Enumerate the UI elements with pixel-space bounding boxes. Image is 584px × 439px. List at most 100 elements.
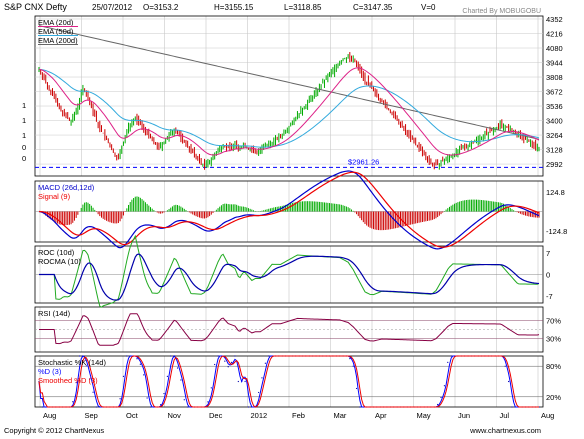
x-tick-label: Apr xyxy=(375,411,387,420)
footer-url: www.chartnexus.com xyxy=(469,426,541,435)
macd-legend-entry: MACD (26d,12d) xyxy=(38,183,95,192)
rsi-y-tick: 70% xyxy=(546,317,561,326)
price-y-tick: 3808 xyxy=(546,73,563,82)
stoch-k-dot xyxy=(261,377,263,379)
stoch-k-dot xyxy=(440,396,442,399)
x-tick-label: Aug xyxy=(43,411,56,420)
stoch-k-dot xyxy=(352,365,354,367)
watermark-text: Charted By MOBUGOBU xyxy=(462,8,541,15)
support-label: $2961.26 xyxy=(348,157,379,166)
header-close: C=3147.35 xyxy=(353,3,393,12)
stoch-k-dot xyxy=(78,355,81,357)
stoch-k-dot xyxy=(504,365,506,367)
stoch-k-dot xyxy=(230,361,233,363)
price-y-tick: 4080 xyxy=(546,44,563,53)
roc-legend-entry: ROCMA (10) xyxy=(38,257,81,266)
stoch-k-dot xyxy=(72,401,74,403)
chart-root: S&P CNX Defty 25/07/2012 O=3153.2 H=3155.15… xyxy=(0,0,584,439)
x-tick-label: Jun xyxy=(458,411,470,420)
price-left-label: 1 xyxy=(22,116,26,125)
x-tick-label: Sep xyxy=(85,411,98,420)
stoch-k-dot xyxy=(450,355,452,357)
stoch-k-dot xyxy=(349,358,351,360)
macd-y-tick: -124.8 xyxy=(546,227,567,236)
price-legend-entry: EMA (50d) xyxy=(38,27,74,36)
stoch-legend-entry: Smoothed %D (3) xyxy=(38,376,98,385)
chart-title: S&P CNX Defty xyxy=(4,2,67,12)
stoch-k-dot xyxy=(507,380,510,383)
stoch-k-dot xyxy=(447,361,449,363)
stoch-k-dot xyxy=(207,401,209,403)
roc-y-tick: -7 xyxy=(546,292,553,301)
stoch-k-dot xyxy=(244,380,246,383)
stoch-k-dot xyxy=(234,355,236,357)
header-high: H=3155.15 xyxy=(214,3,254,12)
header-low: L=3118.85 xyxy=(284,3,322,12)
x-tick-label: Feb xyxy=(292,411,305,420)
stoch-k-dot xyxy=(143,374,145,376)
stoch-y-tick: 80% xyxy=(546,362,561,371)
stoch-k-dot xyxy=(139,363,141,365)
stoch-k-dot xyxy=(170,355,172,357)
x-tick-label: Mar xyxy=(334,411,347,420)
price-left-label: 1 xyxy=(22,101,26,110)
macd-y-tick: 124.8 xyxy=(546,188,565,197)
price-y-tick: 3944 xyxy=(546,59,563,68)
stoch-k-dot xyxy=(149,406,152,408)
roc-y-tick: 7 xyxy=(546,249,550,258)
x-tick-label: Oct xyxy=(126,411,139,420)
header-volume: V=0 xyxy=(421,3,436,12)
stoch-k-dot xyxy=(264,362,266,364)
stoch-k-dot xyxy=(92,391,94,393)
price-legend-entry: EMA (200d) xyxy=(38,36,78,45)
stoch-y-tick: 20% xyxy=(546,393,561,402)
price-y-tick: 3400 xyxy=(546,117,563,126)
x-tick-label: Nov xyxy=(168,411,182,420)
header-date: 25/07/2012 xyxy=(92,3,133,12)
stoch-k-dot xyxy=(443,385,446,387)
macd-legend-entry: Signal (9) xyxy=(38,192,71,201)
x-tick-label: Jul xyxy=(500,411,510,420)
header-open: O=3153.2 xyxy=(143,3,179,12)
stoch-k-dot xyxy=(183,399,185,401)
stoch-k-dot xyxy=(214,363,216,366)
price-left-label: 0 xyxy=(22,143,26,152)
price-y-tick: 3128 xyxy=(546,146,563,155)
stoch-k-dot xyxy=(95,406,98,408)
stoch-k-dot xyxy=(122,375,125,377)
stoch-k-dot xyxy=(41,406,43,408)
rsi-y-tick: 30% xyxy=(546,335,561,344)
legend-swatch xyxy=(38,44,78,45)
price-y-tick: 3536 xyxy=(546,102,563,111)
stoch-k-dot xyxy=(126,355,128,357)
rsi-legend-entry: RSI (14d) xyxy=(38,309,71,318)
x-tick-label: Aug xyxy=(541,411,554,420)
stoch-k-dot xyxy=(146,397,148,399)
stoch-k-dot xyxy=(437,403,439,406)
price-left-label: 0 xyxy=(22,154,26,163)
x-tick-label: May xyxy=(417,411,431,420)
stoch-k-dot xyxy=(217,355,219,357)
stoch-k-dot xyxy=(355,387,358,390)
stoch-k-dot xyxy=(176,367,179,369)
stoch-k-dot xyxy=(163,392,165,395)
roc-y-tick: 0 xyxy=(546,271,550,280)
stoch-k-dot xyxy=(268,355,270,357)
stoch-k-dot xyxy=(187,406,189,408)
stoch-k-dot xyxy=(511,406,513,408)
roc-legend-entry: ROC (10d) xyxy=(38,248,75,257)
price-y-tick: 3264 xyxy=(546,131,563,140)
x-tick-label: 2012 xyxy=(251,411,268,420)
stoch-k-dot xyxy=(180,379,182,381)
stoch-k-dot xyxy=(166,375,168,377)
stoch-k-dot xyxy=(227,366,229,368)
stoch-k-dot xyxy=(210,387,212,389)
chart-svg: S&P CNX Defty 25/07/2012 O=3153.2 H=3155.15… xyxy=(0,0,584,439)
stoch-k-dot xyxy=(359,406,361,408)
stoch-k-dot xyxy=(237,380,239,383)
stoch-k-dot xyxy=(119,398,121,400)
price-y-tick: 2992 xyxy=(546,160,563,169)
price-legend-entry: EMA (20d) xyxy=(38,18,74,27)
price-left-label: 1 xyxy=(22,131,26,140)
price-y-tick: 4352 xyxy=(546,15,563,24)
